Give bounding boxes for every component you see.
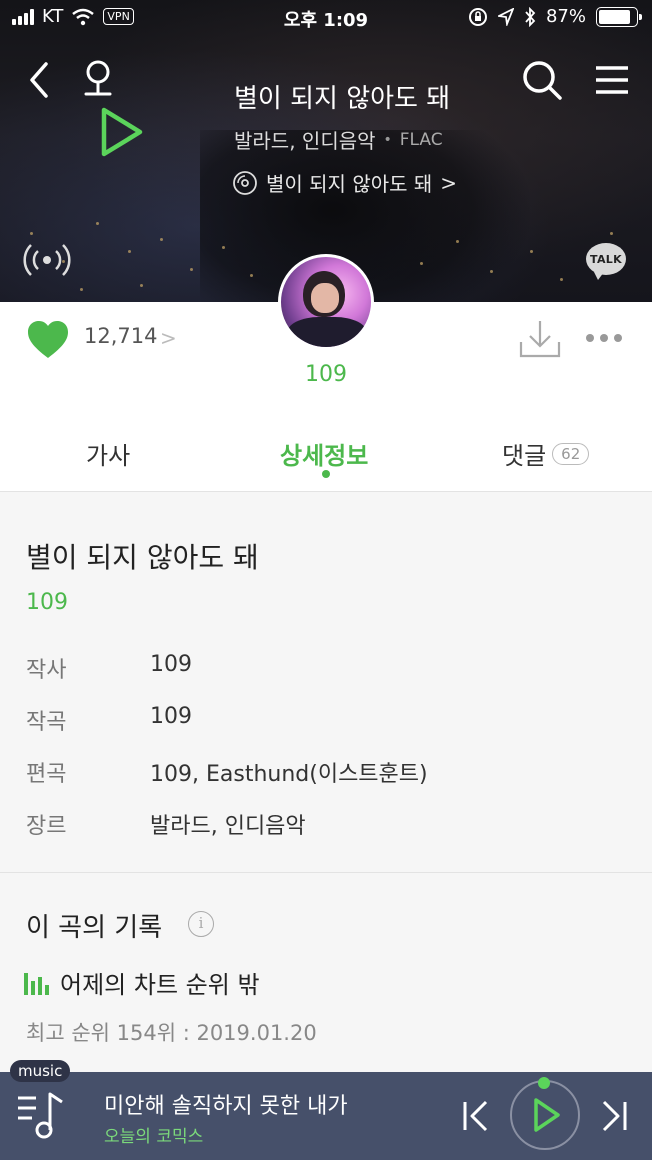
battery-icon	[596, 6, 642, 27]
heart-icon[interactable]	[26, 320, 70, 360]
credit-value[interactable]: 109	[150, 704, 192, 729]
credit-value: 발라드, 인디음악	[150, 814, 306, 839]
tab-bar: 가사 상세정보 댓글 62	[0, 430, 652, 492]
bluetooth-icon	[525, 6, 536, 27]
credit-label: 작곡	[26, 710, 67, 735]
credit-label: 편곡	[26, 762, 67, 787]
music-badge: music	[10, 1060, 71, 1082]
album-link[interactable]: 별이 되지 않아도 돼 >	[232, 168, 457, 197]
avatar[interactable]	[278, 254, 374, 350]
tab-detail[interactable]: 상세정보	[280, 436, 368, 471]
tab-lyrics[interactable]: 가사	[86, 436, 130, 471]
genre-label: 발라드, 인디음악	[234, 129, 376, 153]
rotation-lock-icon	[468, 7, 487, 26]
now-playing-title[interactable]: 미안해 솔직하지 못한 내가	[104, 1088, 348, 1120]
play-icon	[534, 1098, 560, 1132]
talk-icon[interactable]: TALK	[586, 243, 626, 280]
artist-name[interactable]: 109	[0, 362, 652, 387]
radio-icon[interactable]	[20, 238, 74, 282]
chart-icon	[24, 971, 50, 995]
credit-label: 작사	[26, 658, 67, 683]
credit-label: 장르	[26, 814, 67, 839]
location-icon	[497, 7, 514, 26]
playlist-icon[interactable]	[16, 1090, 70, 1142]
search-icon[interactable]	[520, 58, 564, 102]
tab-comments-label: 댓글	[502, 442, 547, 470]
active-tab-indicator	[322, 470, 330, 478]
detail-artist-link[interactable]: 109	[26, 590, 68, 615]
credit-value[interactable]: 109, Easthund(이스트훈트)	[150, 756, 428, 788]
next-icon[interactable]	[598, 1098, 630, 1134]
like-chevron-icon[interactable]: >	[160, 326, 177, 350]
chart-status: 어제의 차트 순위 밖	[60, 971, 260, 999]
song-meta: 발라드, 인디음악 • FLAC	[234, 125, 443, 154]
prev-icon[interactable]	[460, 1098, 492, 1134]
song-detail-section: 별이 되지 않아도 돼 109 작사 109 작곡 109 편곡 109, Ea…	[0, 492, 652, 872]
history-title: 이 곡의 기록	[26, 913, 163, 943]
battery-percent: 87%	[545, 6, 586, 27]
play-icon[interactable]	[96, 104, 148, 160]
talk-label: TALK	[590, 252, 622, 266]
best-rank: 최고 순위 154위 : 2019.01.20	[26, 1021, 317, 1045]
play-button[interactable]	[510, 1080, 580, 1150]
menu-icon[interactable]	[592, 60, 632, 100]
playback-progress-dot	[538, 1077, 550, 1089]
tab-comments[interactable]: 댓글 62	[502, 436, 590, 471]
song-title: 별이 되지 않아도 돼	[234, 84, 451, 114]
song-history-section: 이 곡의 기록 i 어제의 차트 순위 밖 최고 순위 154위 : 2019.…	[0, 873, 652, 1073]
mic-icon[interactable]	[80, 58, 116, 102]
album-chevron-icon: >	[440, 170, 458, 195]
now-playing-artist[interactable]: 오늘의 코믹스	[104, 1122, 203, 1147]
like-count[interactable]: 12,714	[84, 324, 157, 348]
battery-level	[599, 9, 631, 24]
detail-song-title: 별이 되지 않아도 돼	[26, 541, 259, 574]
more-icon[interactable]	[586, 334, 626, 346]
album-name: 별이 되지 않아도 돼	[266, 172, 433, 196]
info-icon[interactable]: i	[188, 911, 214, 937]
format-label: FLAC	[399, 129, 443, 150]
back-icon[interactable]	[22, 58, 58, 102]
comment-count-badge: 62	[552, 442, 590, 465]
disc-icon	[233, 170, 257, 195]
credit-value[interactable]: 109	[150, 652, 192, 677]
status-bar: KT VPN 오후 1:09 87%	[0, 0, 652, 36]
download-icon[interactable]	[518, 318, 562, 360]
meta-separator: •	[383, 131, 392, 148]
